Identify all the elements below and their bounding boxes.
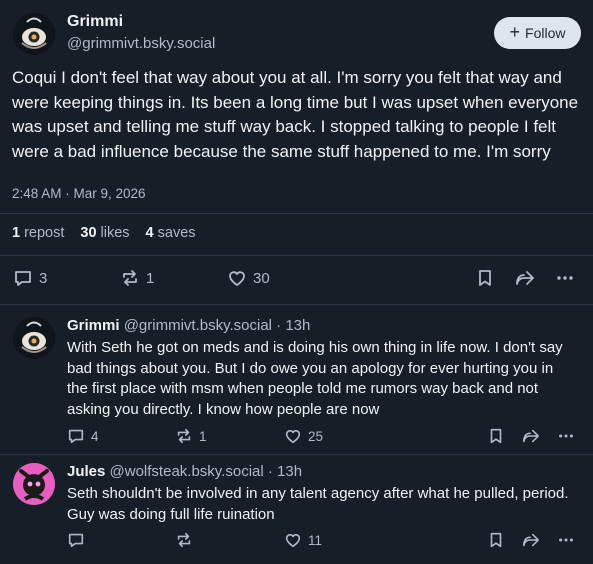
author-name[interactable]: Grimmi bbox=[67, 317, 120, 334]
reply-icon bbox=[68, 429, 84, 444]
share-button[interactable] bbox=[514, 268, 536, 288]
divider bbox=[0, 213, 593, 214]
repost-icon bbox=[123, 270, 137, 286]
repost-button[interactable]: 1 bbox=[175, 427, 207, 445]
repost-button[interactable]: 1 bbox=[120, 268, 154, 288]
post-text: Coqui I don't feel that way about you at… bbox=[12, 68, 579, 161]
reply-button[interactable]: 3 bbox=[13, 268, 47, 288]
more-icon bbox=[559, 434, 573, 438]
like-button[interactable]: 30 bbox=[227, 268, 270, 288]
more-options-button[interactable] bbox=[557, 427, 575, 445]
reply-header: Grimmi @grimmivt.bsky.social · 13h bbox=[67, 317, 310, 334]
share-button[interactable] bbox=[521, 531, 541, 549]
more-options-button[interactable] bbox=[555, 268, 575, 288]
bookmark-icon bbox=[490, 532, 502, 548]
reply-text: Seth shouldn't be involved in any talent… bbox=[67, 485, 569, 523]
like-button[interactable]: 25 bbox=[284, 427, 323, 445]
more-options-button[interactable] bbox=[557, 531, 575, 549]
reply-header: Jules @wolfsteak.bsky.social · 13h bbox=[67, 463, 302, 480]
main-post: Grimmi @grimmivt.bsky.social + Follow Co… bbox=[0, 0, 593, 304]
plus-icon: + bbox=[509, 22, 521, 42]
repost-icon bbox=[177, 532, 191, 548]
saves-count-link[interactable]: 4 saves bbox=[146, 225, 196, 241]
likes-count-link[interactable]: 30 likes bbox=[80, 225, 129, 241]
share-icon bbox=[522, 533, 540, 547]
reply-post[interactable]: Grimmi @grimmivt.bsky.social · 13h With … bbox=[0, 305, 593, 454]
author-handle[interactable]: @wolfsteak.bsky.social bbox=[110, 463, 264, 480]
reply-button[interactable] bbox=[67, 531, 85, 549]
bookmark-icon bbox=[490, 428, 502, 444]
heart-icon bbox=[285, 430, 301, 444]
grimmi-avatar[interactable] bbox=[13, 317, 55, 359]
repost-button[interactable] bbox=[175, 531, 193, 549]
divider bbox=[0, 255, 593, 256]
reply-text: With Seth he got on meds and is doing hi… bbox=[67, 339, 563, 418]
author-name[interactable]: Grimmi bbox=[67, 13, 123, 31]
follow-button[interactable]: + Follow bbox=[494, 17, 581, 49]
author-name[interactable]: Jules bbox=[67, 463, 105, 480]
share-icon bbox=[522, 429, 540, 443]
bookmark-button[interactable] bbox=[475, 268, 495, 288]
author-handle[interactable]: @grimmivt.bsky.social bbox=[124, 317, 272, 334]
more-icon bbox=[557, 276, 573, 280]
jules-avatar[interactable] bbox=[13, 463, 55, 505]
heart-icon bbox=[285, 534, 301, 548]
reply-button[interactable]: 4 bbox=[67, 427, 99, 445]
more-icon bbox=[559, 538, 573, 542]
post-time[interactable]: · 13h bbox=[268, 463, 302, 480]
like-button[interactable]: 11 bbox=[284, 531, 322, 549]
follow-label: Follow bbox=[525, 25, 566, 41]
share-icon bbox=[516, 271, 534, 285]
repost-count-link[interactable]: 1 repost bbox=[12, 225, 64, 241]
bookmark-icon bbox=[479, 270, 491, 286]
bookmark-button[interactable] bbox=[487, 531, 505, 549]
share-button[interactable] bbox=[521, 427, 541, 445]
reply-icon bbox=[68, 533, 84, 548]
post-time[interactable]: · 13h bbox=[276, 317, 310, 334]
repost-icon bbox=[177, 428, 191, 444]
post-stats: 1 repost 30 likes 4 saves bbox=[12, 225, 196, 241]
post-timestamp[interactable]: 2:48 AM · Mar 9, 2026 bbox=[12, 186, 146, 201]
author-handle[interactable]: @grimmivt.bsky.social bbox=[67, 35, 215, 52]
bookmark-button[interactable] bbox=[487, 427, 505, 445]
reply-icon bbox=[15, 271, 31, 286]
heart-icon bbox=[229, 271, 245, 286]
reply-post[interactable]: Jules @wolfsteak.bsky.social · 13h Seth … bbox=[0, 455, 593, 564]
grimmi-avatar[interactable] bbox=[13, 13, 55, 55]
